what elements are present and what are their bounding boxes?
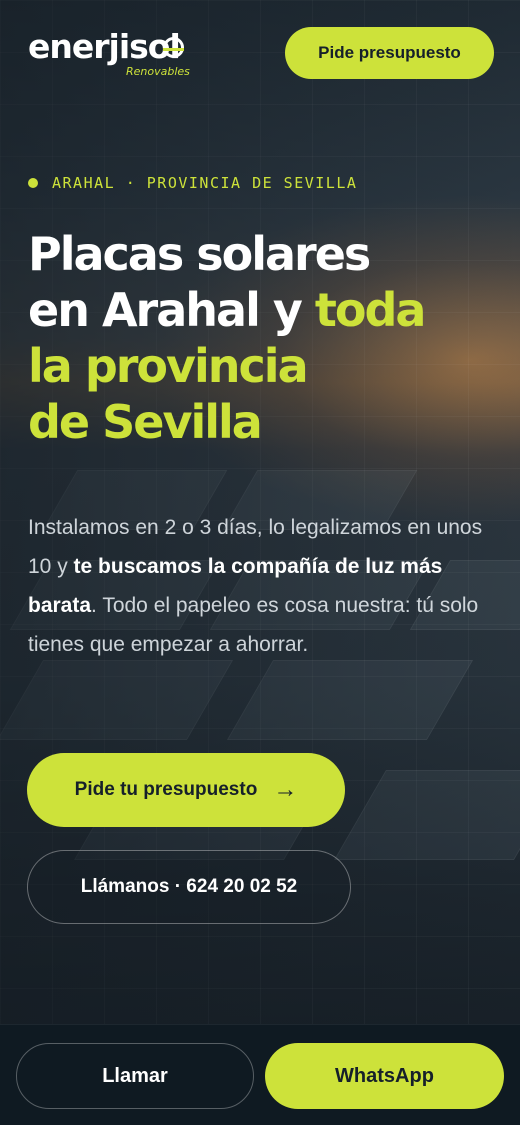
headline-line-2-white: en Arahal y xyxy=(28,283,315,337)
arrow-right-icon: → xyxy=(273,776,298,803)
headline-line-1: Placas solares xyxy=(28,227,371,281)
hero-description: Instalamos en 2 o 3 días, lo legalizamos… xyxy=(28,508,498,664)
request-quote-button[interactable]: Pide tu presupuesto → xyxy=(27,753,345,827)
headline-line-2: en Arahal y toda xyxy=(28,282,498,338)
description-part-2: . Todo el papeleo es cosa nuestra: tú so… xyxy=(28,594,479,656)
location-text: ARAHAL · PROVINCIA DE SEVILLA xyxy=(52,174,358,192)
site-header: enerjisol Renovables Pide presupuesto xyxy=(0,0,520,110)
headline-line-3: la provincia xyxy=(28,339,309,393)
request-quote-label: Pide tu presupuesto xyxy=(74,779,258,800)
headline-line-4: de Sevilla xyxy=(28,395,263,449)
location-tag: ARAHAL · PROVINCIA DE SEVILLA xyxy=(28,174,357,192)
logo[interactable]: enerjisol Renovables xyxy=(28,30,198,80)
bottom-action-bar: Llamar WhatsApp xyxy=(0,1024,520,1125)
call-button[interactable]: Llamar xyxy=(16,1043,254,1109)
whatsapp-button[interactable]: WhatsApp xyxy=(265,1043,504,1109)
call-us-button[interactable]: Llámanos · 624 20 02 52 xyxy=(27,850,351,924)
page-title: Placas solares en Arahal y toda la provi… xyxy=(28,226,498,450)
headline-line-2-accent: toda xyxy=(314,283,427,337)
location-dot-icon xyxy=(28,178,38,188)
sun-icon xyxy=(163,37,184,58)
logo-subtitle: Renovables xyxy=(126,65,190,78)
quote-button[interactable]: Pide presupuesto xyxy=(285,27,494,79)
